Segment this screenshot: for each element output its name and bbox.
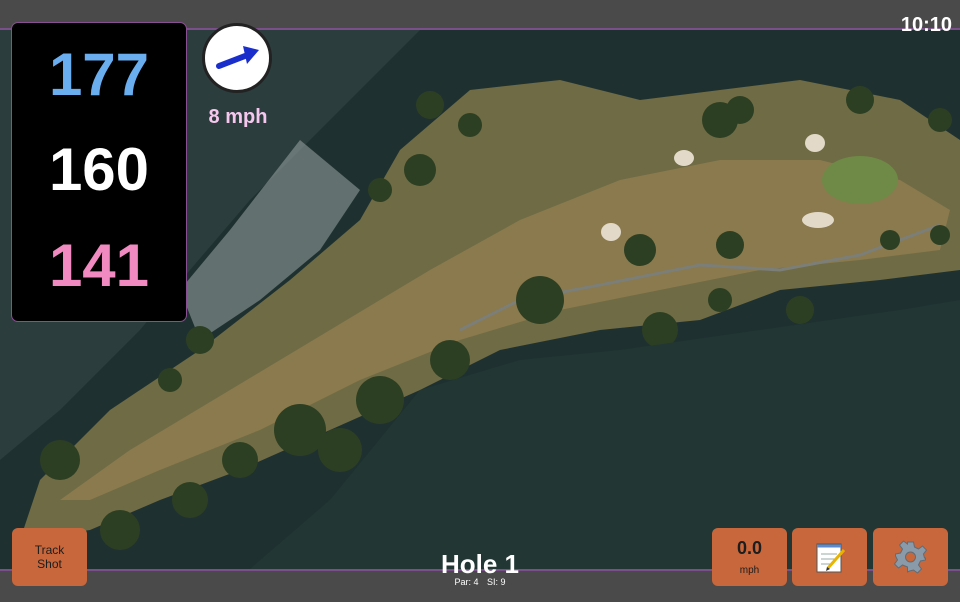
track-shot-label-line1: Track bbox=[34, 543, 65, 557]
hole-info: Par: 4 SI: 9 bbox=[380, 577, 580, 587]
notepad-icon bbox=[816, 543, 846, 573]
wind-arrow-icon bbox=[216, 46, 259, 69]
track-shot-label-line2: Shot bbox=[37, 557, 62, 571]
notes-button[interactable] bbox=[792, 528, 867, 586]
settings-button[interactable] bbox=[873, 528, 948, 586]
track-shot-button[interactable]: Track Shot bbox=[12, 528, 87, 586]
clock: 10:10 bbox=[900, 14, 952, 36]
hole-title: Hole 1 bbox=[440, 549, 520, 579]
back-distance: 177 bbox=[48, 41, 150, 108]
hole-stroke-index: SI: 9 bbox=[487, 577, 506, 587]
gear-icon bbox=[893, 540, 928, 574]
speed-unit: mph bbox=[739, 565, 760, 576]
front-distance: 141 bbox=[48, 232, 150, 299]
wind-dial bbox=[202, 23, 272, 93]
distance-panel: 177 160 141 bbox=[11, 22, 187, 322]
wind-speed-label: 8 mph bbox=[208, 106, 268, 128]
speed-value: 0.0 bbox=[736, 538, 763, 558]
hole-par: Par: 4 bbox=[454, 577, 479, 587]
middle-distance: 160 bbox=[48, 136, 150, 203]
speed-button[interactable]: 0.0 mph bbox=[712, 528, 787, 586]
